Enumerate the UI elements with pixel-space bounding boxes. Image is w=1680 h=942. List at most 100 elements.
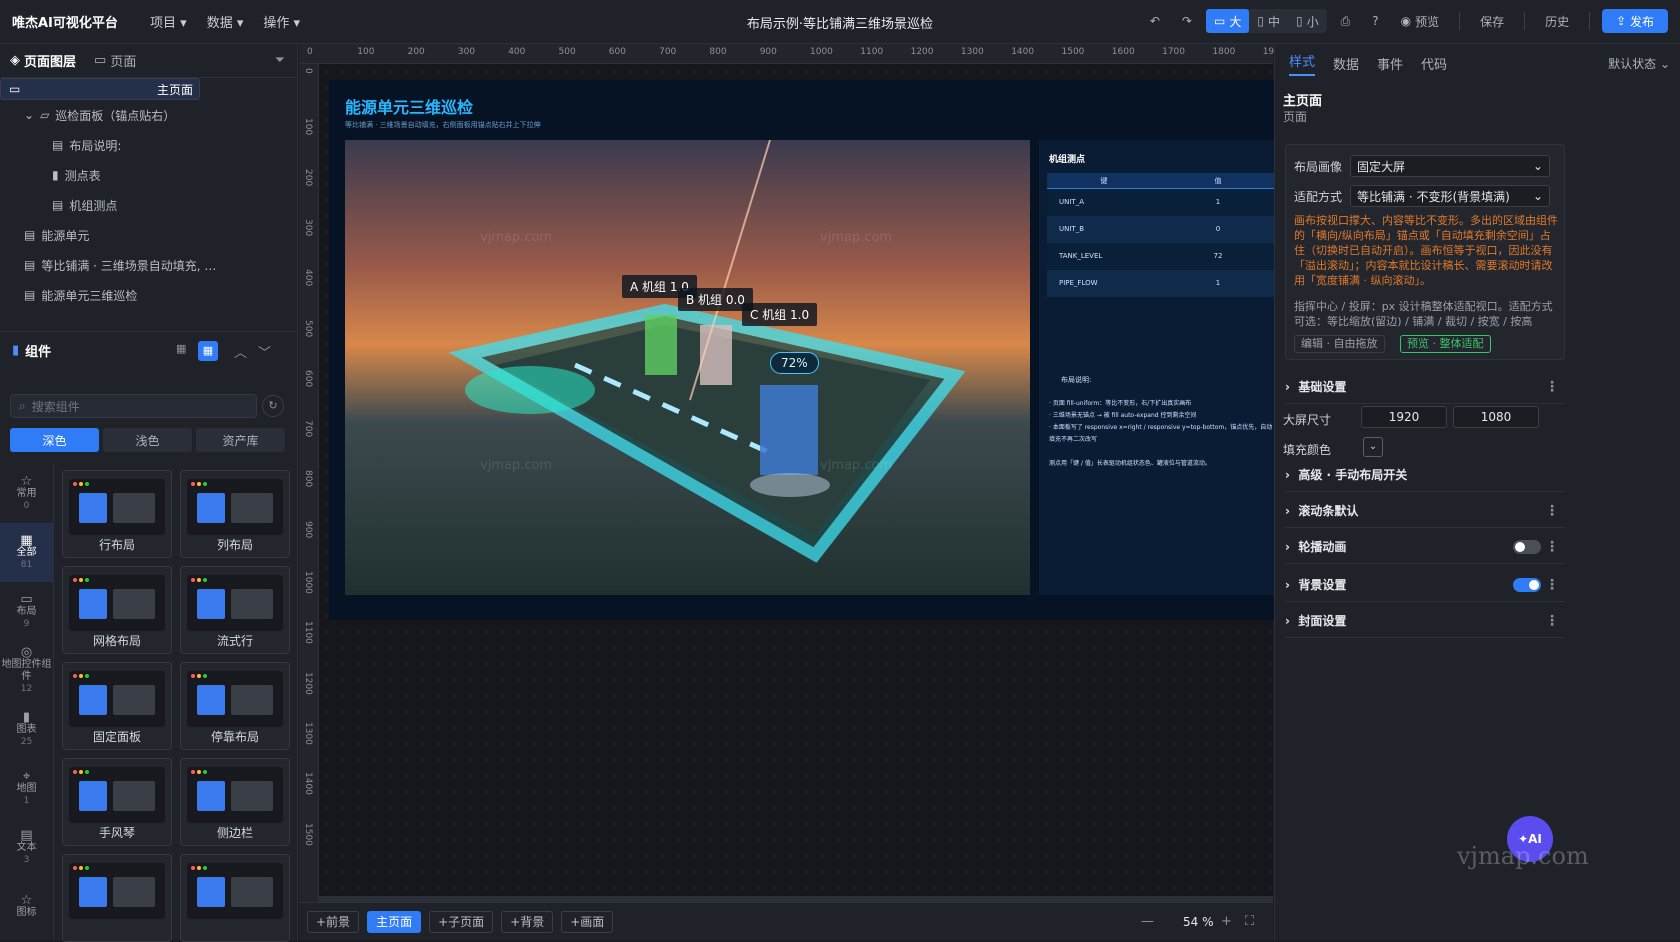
category-item[interactable]: ▤ 文本 3 — [0, 818, 53, 877]
more-icon[interactable]: ⋮ — [1545, 613, 1559, 629]
menu-operate[interactable]: 操作 ▾ — [263, 12, 300, 31]
save-button[interactable]: 保存 — [1472, 9, 1512, 33]
theme-dark-tab[interactable]: 深色 — [10, 428, 99, 452]
component-card[interactable]: 流式行 — [180, 566, 290, 654]
undo-icon[interactable]: ↶ — [1142, 9, 1168, 33]
menu-data[interactable]: 数据 ▾ — [207, 12, 244, 31]
layout-select[interactable]: 固定大屏 ⌄ — [1350, 155, 1551, 177]
table-cell-key: TANK_LEVEL — [1059, 252, 1103, 260]
component-card[interactable] — [180, 854, 290, 942]
layer-item[interactable]: ▤ 等比铺满 · 三维场景自动填充, … — [0, 250, 297, 280]
width-input[interactable]: 1920 — [1361, 406, 1447, 428]
preview-mode-button[interactable]: 预览 · 整体适配 — [1400, 335, 1491, 353]
more-icon[interactable]: ⋮ — [1545, 379, 1559, 395]
category-item[interactable]: ◎ 地图控件组件 12 — [0, 641, 53, 700]
category-label: 地图 — [16, 782, 37, 794]
history-button[interactable]: 历史 — [1537, 9, 1577, 33]
preview-button[interactable]: ◉ 预览 — [1393, 9, 1448, 33]
chevron-down-icon[interactable]: ⌄ — [24, 108, 34, 122]
component-card[interactable]: 侧边栏 — [180, 758, 290, 846]
tab-code[interactable]: 代码 — [1421, 54, 1447, 73]
state-select[interactable]: 默认状态 ⌄ — [1608, 55, 1670, 72]
chevron-down-icon[interactable]: ﹀ — [258, 342, 271, 361]
component-card[interactable]: 列布局 — [180, 470, 290, 558]
layer-item[interactable]: ▭ 主页面 — [0, 78, 200, 100]
redo-icon[interactable]: ↷ — [1174, 9, 1200, 33]
category-count: 12 — [20, 683, 33, 694]
zoom-out-icon[interactable]: — — [1141, 914, 1154, 929]
zoom-in-icon[interactable]: + — [1221, 914, 1232, 929]
publish-button[interactable]: ⇪ 发布 — [1602, 9, 1668, 33]
fit-select[interactable]: 等比铺满 · 不变形(背景填满) ⌄ — [1350, 185, 1551, 207]
theme-light-tab[interactable]: 浅色 — [103, 428, 192, 452]
layer-label: 机组测点 — [69, 198, 118, 213]
layer-item[interactable]: ▮ 测点表 — [0, 160, 297, 190]
section-advanced[interactable]: › 高级 · 手动布局开关 — [1285, 458, 1565, 492]
section-cover[interactable]: › 封面设置 ⋮ — [1285, 604, 1565, 638]
ruler-tick: 800 — [303, 470, 313, 488]
add-subpage-button[interactable]: +子页面 — [429, 910, 494, 933]
size-large-button[interactable]: ▭ 大 — [1205, 9, 1250, 33]
height-input[interactable]: 1080 — [1453, 406, 1539, 428]
design-board[interactable]: 能源单元三维巡检 等比铺满 · 三维场景自动填充，右侧面板用锚点贴右并上下拉伸 … — [329, 80, 1289, 620]
add-foreground-button[interactable]: +前景 — [307, 910, 360, 933]
background-toggle[interactable] — [1513, 577, 1541, 592]
category-item[interactable]: ☆ 常用 0 — [0, 464, 53, 523]
layout-icon: ▭ — [20, 591, 33, 607]
size-small-button[interactable]: ▯ 小 — [1288, 9, 1327, 33]
tab-pages[interactable]: ▭ 页面 — [94, 51, 136, 70]
add-frame-button[interactable]: +画面 — [561, 910, 614, 933]
asset-library-tab[interactable]: 资产库 — [196, 428, 285, 452]
menu-project[interactable]: 项目 ▾ — [150, 12, 187, 31]
more-icon[interactable]: ⋮ — [1545, 577, 1559, 593]
edit-mode-button[interactable]: 编辑 · 自由拖放 — [1294, 335, 1385, 353]
folder-icon: ▱ — [40, 108, 50, 122]
tab-style[interactable]: 样式 — [1289, 51, 1316, 76]
component-search-input[interactable]: ⌕ 搜索组件 — [10, 394, 257, 418]
component-card[interactable] — [62, 854, 172, 942]
chevron-up-icon[interactable]: ︿ — [234, 342, 247, 361]
component-card[interactable]: 固定面板 — [62, 662, 172, 750]
layer-item[interactable]: ▤ 布局说明: — [0, 130, 297, 160]
inspection-panel[interactable]: 机组测点 键 值 UNIT_A 1 UNIT_B 0 TANK_LEVEL 72 PIPE_… — [1039, 140, 1281, 595]
list-view-icon[interactable]: ▦ — [198, 341, 218, 361]
grid-view-icon[interactable]: ▦ — [176, 342, 194, 360]
section-carousel[interactable]: › 轮播动画 ⋮ — [1285, 530, 1565, 564]
section-basic[interactable]: › 基础设置 ⋮ — [1285, 370, 1565, 404]
layer-item[interactable]: ▤ 机组测点 — [0, 190, 297, 220]
component-card[interactable]: 手风琴 — [62, 758, 172, 846]
refresh-icon[interactable]: ↻ — [262, 395, 284, 417]
help-icon[interactable]: ? — [1364, 9, 1386, 33]
filter-icon[interactable]: ⏷ — [275, 53, 285, 68]
more-icon[interactable]: ⋮ — [1545, 539, 1559, 555]
category-item[interactable]: ▮ 图表 25 — [0, 700, 53, 759]
print-icon[interactable]: ⎙ — [1333, 9, 1359, 33]
scene-3d-view[interactable]: vjmap.com vjmap.com vjmap.com vjmap.com … — [345, 140, 1030, 595]
category-item[interactable]: ▦ 全部 81 — [0, 523, 53, 582]
main-page-button[interactable]: 主页面 — [367, 910, 422, 933]
category-item[interactable]: ☆ 图标 — [0, 877, 53, 936]
component-card[interactable]: 网格布局 — [62, 566, 172, 654]
size-medium-button[interactable]: ▯ 中 — [1249, 9, 1288, 33]
layer-item[interactable]: ▤ 能源单元三维巡检 — [0, 280, 297, 310]
component-card[interactable]: 停靠布局 — [180, 662, 290, 750]
fullscreen-icon[interactable]: ⛶ — [1245, 914, 1254, 929]
ruler-tick: 0 — [307, 47, 313, 57]
component-card-label: 侧边栏 — [216, 826, 253, 840]
section-scrollbar[interactable]: › 滚动条默认 ⋮ — [1285, 494, 1565, 528]
tab-data[interactable]: 数据 — [1333, 54, 1359, 73]
component-card[interactable]: 行布局 — [62, 470, 172, 558]
more-icon[interactable]: ⋮ — [1545, 503, 1559, 519]
carousel-toggle[interactable] — [1513, 539, 1541, 554]
watermark: vjmap.com — [480, 230, 553, 245]
fill-color-picker[interactable]: ⌄ — [1363, 437, 1383, 457]
tab-events[interactable]: 事件 — [1377, 54, 1403, 73]
layer-item[interactable]: ▤ 能源单元 — [0, 220, 297, 250]
upload-icon: ⇪ — [1616, 14, 1630, 28]
layer-item[interactable]: ⌄ ▱ 巡检面板（锚点贴右） — [0, 100, 297, 130]
category-item[interactable]: ▭ 布局 9 — [0, 582, 53, 641]
add-background-button[interactable]: +背景 — [501, 910, 554, 933]
category-item[interactable]: ⌖ 地图 1 — [0, 759, 53, 818]
section-background[interactable]: › 背景设置 ⋮ — [1285, 568, 1565, 602]
tab-layers[interactable]: ◈ 页面图层 — [10, 51, 76, 70]
